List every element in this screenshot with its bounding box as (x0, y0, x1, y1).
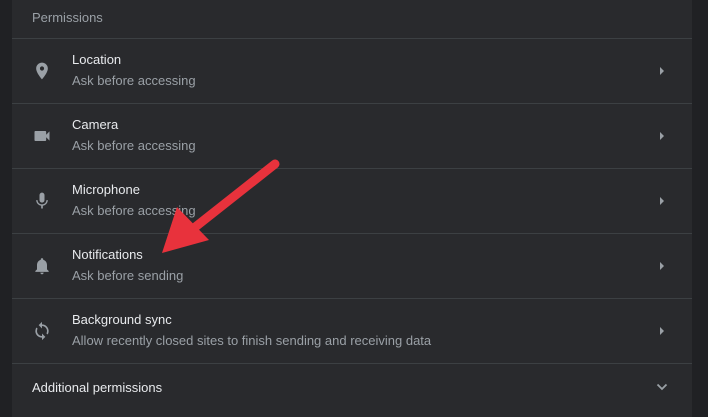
location-pin-icon (32, 61, 52, 81)
sync-icon (32, 321, 52, 341)
permission-title: Location (72, 52, 122, 67)
chevron-right-icon (658, 195, 666, 207)
camera-icon (32, 126, 52, 146)
settings-page: Permissions Location Ask before accessin… (0, 0, 708, 417)
microphone-icon (32, 191, 52, 211)
permission-subtitle: Ask before accessing (72, 73, 196, 88)
permission-row-location[interactable]: Location Ask before accessing (12, 38, 692, 102)
chevron-right-icon (658, 325, 666, 337)
permission-subtitle: Ask before accessing (72, 138, 196, 153)
chevron-right-icon (658, 260, 666, 272)
permission-row-microphone[interactable]: Microphone Ask before accessing (12, 168, 692, 232)
section-title: Permissions (32, 10, 103, 25)
permission-row-background-sync[interactable]: Background sync Allow recently closed si… (12, 298, 692, 362)
additional-permissions-label: Additional permissions (32, 380, 163, 395)
permission-subtitle: Ask before sending (72, 268, 184, 283)
permission-subtitle: Ask before accessing (72, 203, 196, 218)
additional-permissions-toggle[interactable]: Additional permissions (12, 363, 692, 411)
permission-row-camera[interactable]: Camera Ask before accessing (12, 103, 692, 167)
permission-title: Background sync (72, 312, 172, 327)
permission-subtitle: Allow recently closed sites to finish se… (72, 333, 432, 348)
permission-title: Notifications (72, 247, 143, 262)
permission-row-notifications[interactable]: Notifications Ask before sending (12, 233, 692, 297)
permissions-card: Permissions Location Ask before accessin… (12, 0, 692, 417)
bell-icon (32, 256, 52, 276)
permission-title: Camera (72, 117, 119, 132)
chevron-right-icon (658, 65, 666, 77)
permission-title: Microphone (72, 182, 140, 197)
chevron-right-icon (658, 130, 666, 142)
chevron-down-icon (656, 382, 668, 392)
